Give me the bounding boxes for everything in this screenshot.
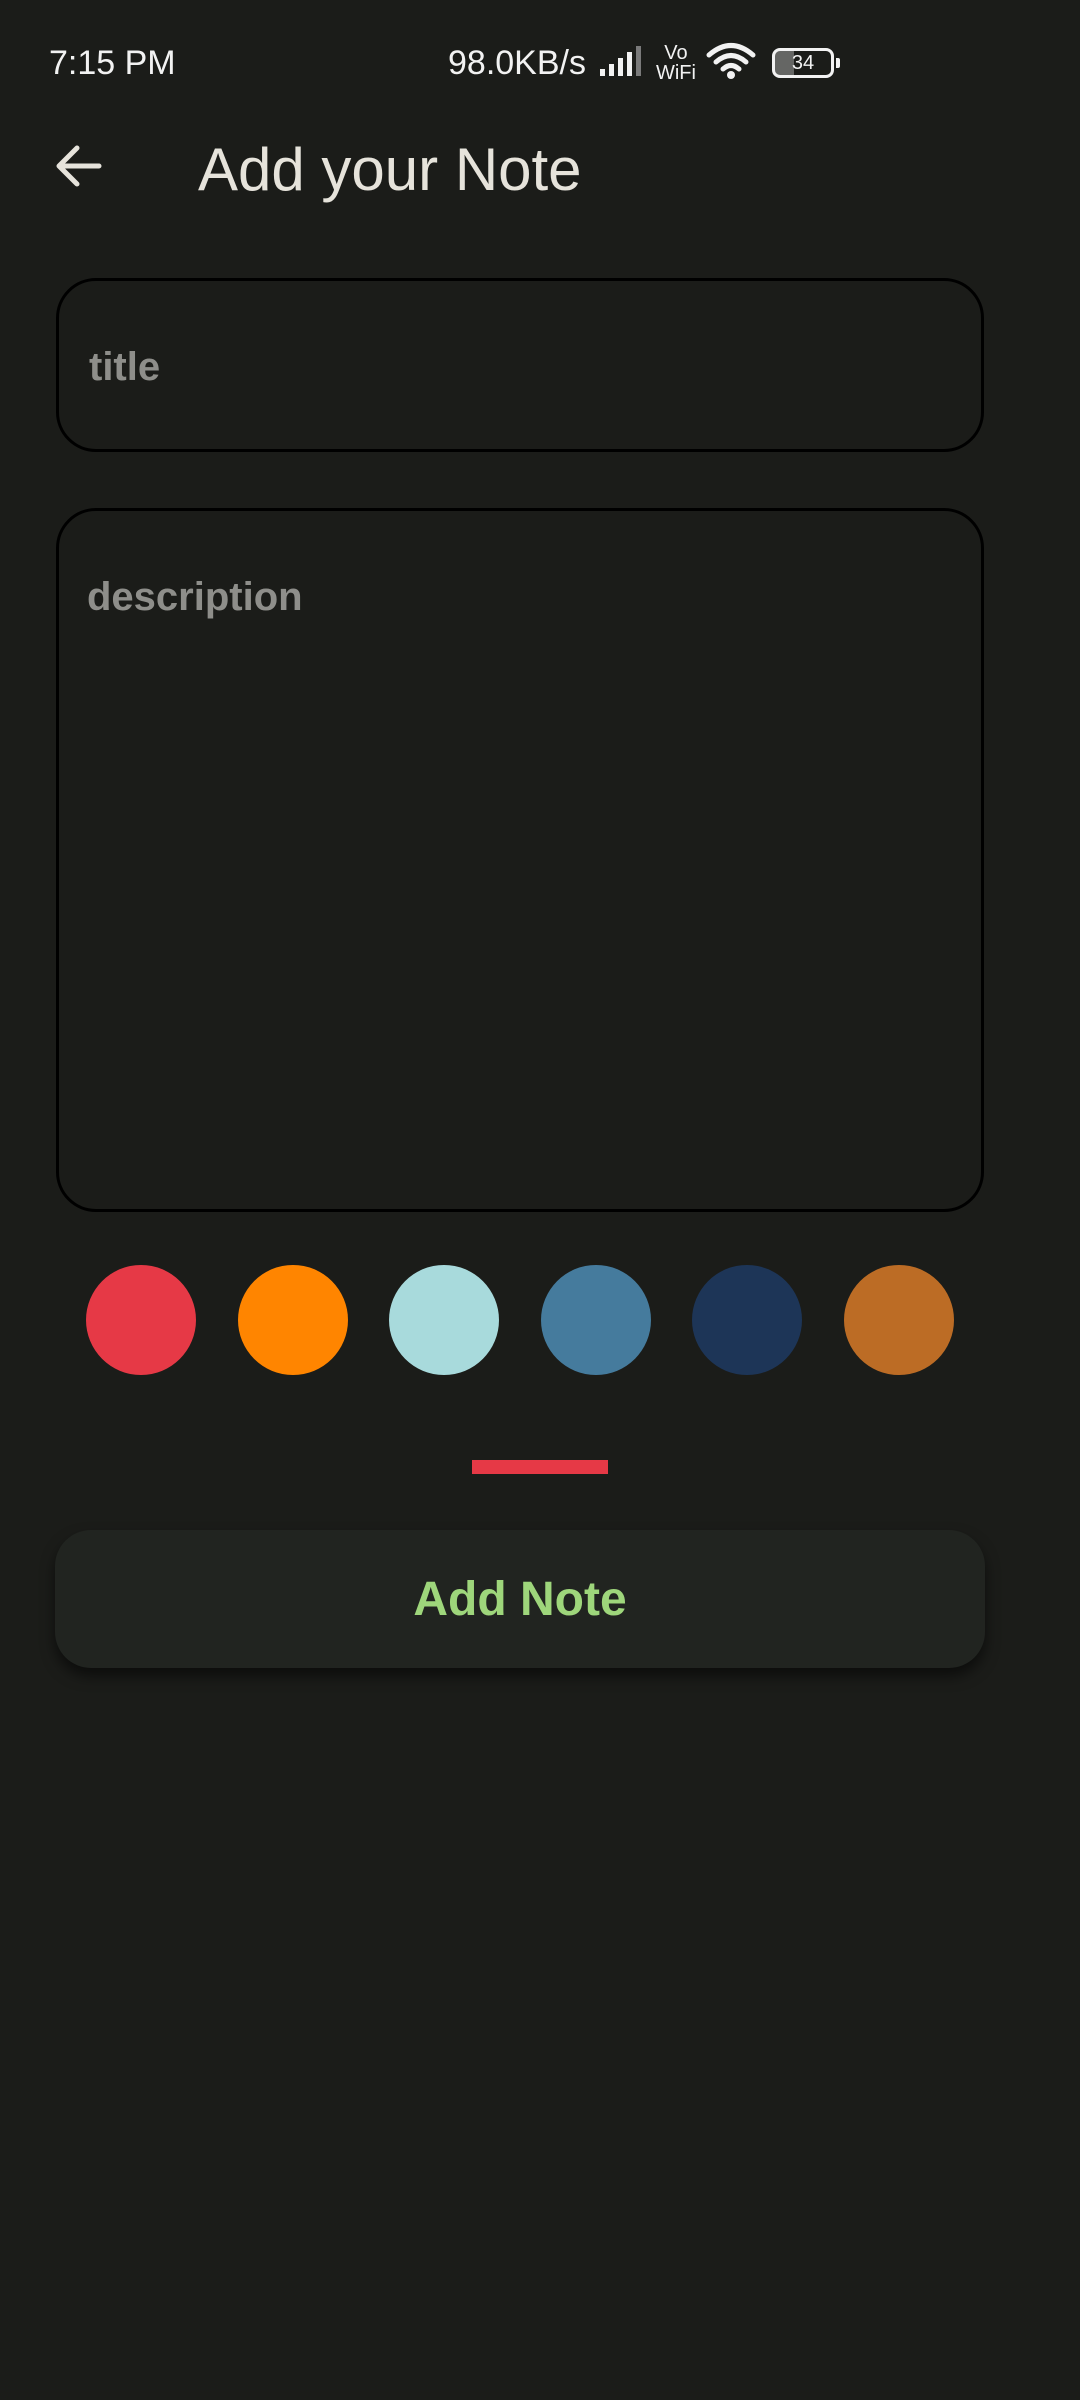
vowifi-top-label: Vo: [664, 42, 688, 64]
description-field-container: [56, 508, 984, 1212]
add-note-button[interactable]: Add Note: [55, 1530, 985, 1668]
network-speed: 98.0KB/s: [448, 43, 586, 82]
status-icons: 98.0KB/s Vo WiFi 34: [448, 38, 840, 88]
arrow-left-icon: [53, 144, 103, 193]
add-note-button-label: Add Note: [413, 1572, 627, 1626]
title-input[interactable]: [87, 341, 953, 393]
status-bar: 7:15 PM 98.0KB/s Vo WiFi 34: [0, 0, 1080, 130]
color-swatch-2[interactable]: [238, 1265, 348, 1375]
signal-icon: [598, 45, 646, 82]
page-title: Add your Note: [198, 136, 582, 203]
title-field-container: [56, 278, 984, 452]
selected-color-indicator: [472, 1460, 608, 1474]
back-button[interactable]: [40, 130, 116, 206]
color-swatch-5[interactable]: [692, 1265, 802, 1375]
status-time: 7:15 PM: [49, 44, 176, 82]
battery-icon: 34: [771, 48, 840, 78]
description-input[interactable]: [87, 575, 953, 1175]
battery-level-text: 34: [791, 52, 815, 74]
color-picker: [86, 1265, 954, 1377]
wifi-icon: [706, 42, 756, 85]
color-swatch-4[interactable]: [541, 1265, 651, 1375]
color-swatch-1[interactable]: [86, 1265, 196, 1375]
color-swatch-6[interactable]: [844, 1265, 954, 1375]
color-swatch-3[interactable]: [389, 1265, 499, 1375]
vowifi-bottom-label: WiFi: [655, 62, 696, 84]
vowifi-icon: Vo WiFi: [654, 43, 698, 83]
